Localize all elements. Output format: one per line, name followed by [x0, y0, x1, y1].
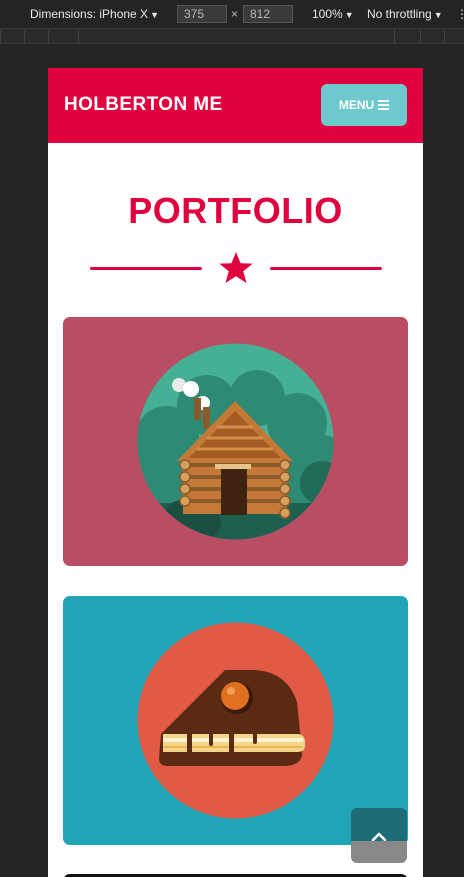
caret-down-icon: ▼	[344, 10, 354, 20]
zoom-label: 100%	[312, 7, 343, 21]
log-cabin-icon	[137, 343, 334, 540]
star-icon	[219, 252, 253, 283]
cake-slice-icon	[137, 622, 334, 819]
chevron-up-icon	[371, 832, 387, 841]
zoom-dropdown[interactable]: 100% ▼	[312, 7, 354, 22]
dimension-separator: ×	[231, 7, 239, 21]
throttling-dropdown[interactable]: No throttling ▼	[367, 7, 443, 22]
brand-logo[interactable]: HOLBERTON ME	[64, 94, 223, 116]
width-input[interactable]: 375	[177, 5, 227, 23]
height-input[interactable]: 812	[243, 5, 293, 23]
menu-button-label: MENU	[338, 98, 375, 112]
hamburger-icon	[378, 100, 390, 110]
caret-down-icon: ▼	[433, 10, 443, 20]
device-viewport: HOLBERTON ME MENU PORTFOLIO	[48, 68, 423, 877]
site-header: HOLBERTON ME MENU	[48, 68, 423, 143]
page-title: PORTFOLIO	[128, 190, 343, 231]
title-divider	[90, 251, 382, 287]
back-to-top-button[interactable]	[351, 808, 407, 863]
throttling-label: No throttling	[367, 7, 432, 21]
caret-down-icon: ▼	[150, 10, 159, 20]
portfolio-item-cabin[interactable]	[63, 317, 408, 566]
media-query-ruler	[0, 30, 464, 44]
divider-line-right	[270, 267, 382, 270]
more-options-icon[interactable]: ⋮	[456, 7, 464, 21]
devtools-device-toolbar: Dimensions: iPhone X ▼ 375 × 812 100% ▼ No…	[0, 0, 464, 29]
dimensions-dropdown[interactable]: Dimensions: iPhone X ▼	[30, 7, 159, 22]
menu-button[interactable]: MENU	[321, 84, 407, 126]
dimensions-label: Dimensions: iPhone X	[30, 7, 149, 21]
divider-line-left	[90, 267, 202, 270]
